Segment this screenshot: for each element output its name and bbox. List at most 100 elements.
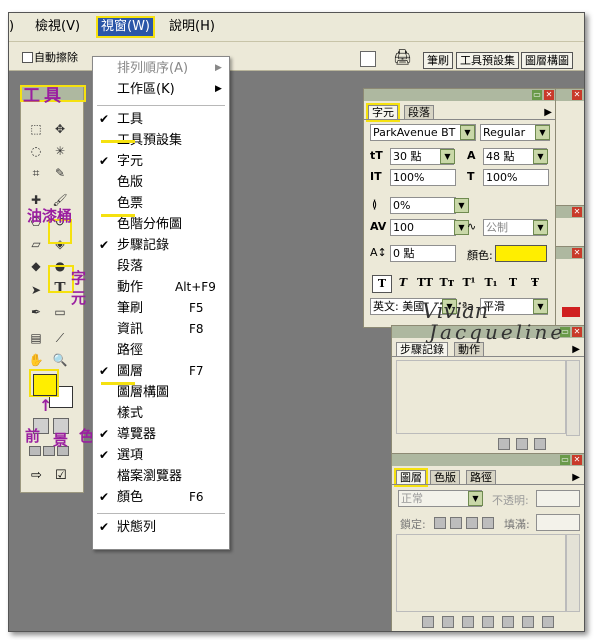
tab-brushes[interactable]: 筆刷 <box>423 52 453 69</box>
new-doc-icon[interactable] <box>498 438 510 450</box>
hand-tool-icon[interactable]: ✋ <box>27 351 45 369</box>
fill-input[interactable] <box>536 514 580 531</box>
new-group-icon[interactable] <box>482 616 494 628</box>
close-icon[interactable]: ✕ <box>572 455 582 465</box>
tab-layers[interactable]: 圖層 <box>394 468 428 487</box>
tab-character[interactable]: 字元 <box>366 103 400 122</box>
lock-paint-icon[interactable] <box>450 517 462 529</box>
text-style-button[interactable]: TT <box>416 275 434 291</box>
text-style-button[interactable]: T₁ <box>482 275 500 291</box>
minimize-icon[interactable]: ▭ <box>560 455 570 465</box>
menu-window[interactable]: 視窗(W) <box>96 16 155 38</box>
history-list[interactable] <box>396 360 566 434</box>
lock-transparency-icon[interactable] <box>434 517 446 529</box>
notes-tool-icon[interactable]: ▤ <box>27 329 45 347</box>
opacity-input[interactable] <box>536 490 580 507</box>
jump-check-icon[interactable]: ☑ <box>55 468 67 483</box>
screen-mode-1-icon[interactable] <box>29 446 41 456</box>
kerning-input[interactable]: 0% <box>390 197 456 214</box>
window-menu-item[interactable]: ✔ 步驟記錄 <box>93 236 229 255</box>
leading-dropdown-icon[interactable]: ▼ <box>533 149 548 164</box>
path-select-icon[interactable]: ➤ <box>27 281 45 299</box>
print-icon[interactable]: 🖨 <box>393 48 412 66</box>
window-menu-item[interactable]: 圖層構圖 <box>93 383 229 402</box>
jump-to-imageready-icon[interactable]: ⇨ <box>31 468 42 483</box>
window-menu-item[interactable]: 色版 <box>93 173 229 192</box>
text-style-button[interactable]: T <box>504 275 522 291</box>
foreground-color-swatch[interactable] <box>33 374 57 396</box>
palette-icon[interactable] <box>360 51 376 67</box>
close-icon[interactable]: ✕ <box>572 248 582 258</box>
snapshot-icon[interactable] <box>516 438 528 450</box>
font-family-dropdown-icon[interactable]: ▼ <box>460 125 475 140</box>
tab-layer-comps[interactable]: 圖層構圖 <box>521 52 573 69</box>
panel-menu-icon[interactable]: ▶ <box>572 472 580 483</box>
layer-style-icon[interactable] <box>442 616 454 628</box>
magic-wand-icon[interactable]: ✳ <box>51 142 69 160</box>
window-menu-item[interactable]: 動作 Alt+F9 <box>93 278 229 297</box>
window-menu-item[interactable]: ✔ 圖層 F7 <box>93 362 229 381</box>
tracking-input[interactable]: 100 <box>390 219 456 236</box>
font-size-dropdown-icon[interactable]: ▼ <box>440 149 455 164</box>
text-style-button[interactable]: T¹ <box>460 275 478 291</box>
font-style-dropdown-icon[interactable]: ▼ <box>535 125 550 140</box>
tab-tool-presets[interactable]: 工具預設集 <box>456 52 519 69</box>
close-icon[interactable]: ✕ <box>544 90 554 100</box>
window-menu-item[interactable]: 筆刷 F5 <box>93 299 229 318</box>
adjustment-layer-icon[interactable] <box>502 616 514 628</box>
zoom-tool-icon[interactable]: 🔍 <box>51 351 69 369</box>
blur-tool-icon[interactable]: ◆ <box>27 257 45 275</box>
lock-all-icon[interactable] <box>482 517 494 529</box>
auto-erase-checkbox[interactable] <box>22 52 33 63</box>
layer-mask-icon[interactable] <box>462 616 474 628</box>
lasso-tool-icon[interactable]: ◌ <box>27 142 45 160</box>
window-menu-item[interactable]: ✔ 導覽器 <box>93 425 229 444</box>
color-panel-titlebar[interactable]: ✕ <box>556 206 584 218</box>
text-style-button[interactable]: T <box>394 275 412 291</box>
marquee-tool-icon[interactable]: ⬚ <box>27 120 45 138</box>
baseline-shift-input[interactable]: 0 點 <box>390 245 456 262</box>
text-style-button[interactable]: Ŧ <box>526 275 544 291</box>
panel-menu-icon[interactable]: ▶ <box>572 344 580 355</box>
lock-move-icon[interactable] <box>466 517 478 529</box>
panel-menu-icon[interactable]: ▶ <box>544 107 552 118</box>
navigator-panel-titlebar[interactable]: ✕ <box>556 89 584 101</box>
text-style-button[interactable]: T <box>372 275 392 293</box>
swatches-panel-titlebar[interactable]: ✕ <box>556 247 584 259</box>
blend-mode-dropdown-icon[interactable]: ▼ <box>468 491 483 506</box>
red-swatch[interactable] <box>562 307 580 317</box>
close-icon[interactable]: ✕ <box>572 90 582 100</box>
window-menu-item[interactable]: ✔ 狀態列 <box>93 518 229 537</box>
tab-actions[interactable]: 動作 <box>454 342 484 357</box>
layers-list[interactable] <box>396 534 566 612</box>
menu-prev-stub[interactable]: ) <box>9 18 14 36</box>
text-style-button[interactable]: Tт <box>438 275 456 291</box>
vertical-scale-input[interactable]: 100% <box>390 169 456 186</box>
close-icon[interactable]: ✕ <box>572 327 582 337</box>
close-icon[interactable]: ✕ <box>572 207 582 217</box>
layers-scrollbar[interactable] <box>566 534 580 612</box>
text-color-swatch[interactable] <box>495 245 547 262</box>
tab-paths[interactable]: 路徑 <box>466 470 496 485</box>
crop-tool-icon[interactable]: ⌗ <box>27 164 45 182</box>
tab-history[interactable]: 步驟記錄 <box>396 342 448 357</box>
link-layers-icon[interactable] <box>422 616 434 628</box>
trash-icon[interactable] <box>534 438 546 450</box>
horizontal-scale-input[interactable]: 100% <box>483 169 549 186</box>
menu-help[interactable]: 說明(H) <box>169 18 215 36</box>
window-menu-item[interactable]: 樣式 <box>93 404 229 423</box>
shape-tool-icon[interactable]: ▭ <box>51 303 69 321</box>
move-tool-icon[interactable]: ✥ <box>51 120 69 138</box>
pen-tool-icon[interactable]: ✒ <box>27 303 45 321</box>
window-menu-item[interactable]: 段落 <box>93 257 229 276</box>
minimize-icon[interactable]: ▭ <box>532 90 542 100</box>
window-menu-item[interactable]: 色階分佈圖 <box>93 215 229 234</box>
character-panel-titlebar[interactable]: ▭ ✕ <box>364 89 556 101</box>
window-menu-item[interactable]: ✔ 顏色 F6 <box>93 488 229 507</box>
window-menu-item[interactable]: 工作區(K) ▶ <box>93 80 229 99</box>
slice-tool-icon[interactable]: ✎ <box>51 164 69 182</box>
window-menu-item[interactable]: ✔ 選項 <box>93 446 229 465</box>
kerning-dropdown-icon[interactable]: ▼ <box>454 198 469 213</box>
tab-channels[interactable]: 色版 <box>430 470 460 485</box>
window-menu-item[interactable]: 檔案瀏覽器 <box>93 467 229 486</box>
